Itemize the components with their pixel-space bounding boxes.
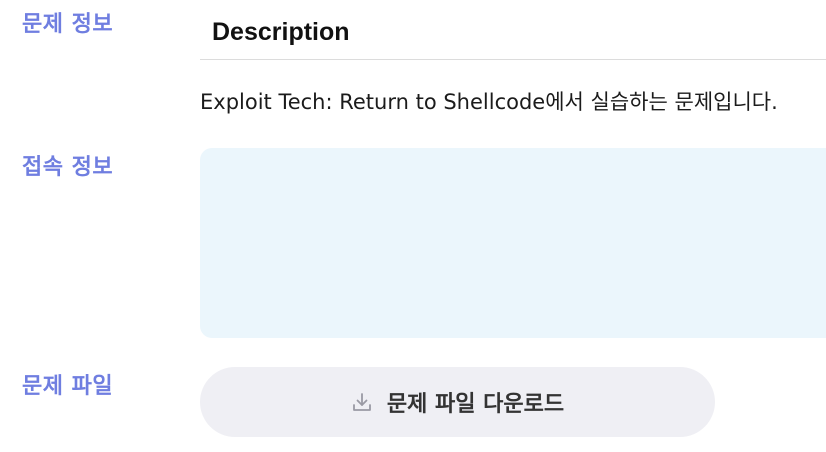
problem-file-label: 문제 파일 — [22, 374, 114, 399]
download-button-label: 문제 파일 다운로드 — [386, 392, 565, 417]
connection-info-box — [200, 148, 826, 338]
challenge-info-page: 문제 정보 Description Exploit Tech: Return t… — [0, 0, 826, 452]
download-icon — [351, 391, 373, 413]
connection-info-label: 접속 정보 — [22, 155, 114, 180]
description-header: Description — [200, 0, 826, 60]
download-problem-file-button[interactable]: 문제 파일 다운로드 — [200, 367, 715, 437]
description-text: Exploit Tech: Return to Shellcode에서 실습하는… — [200, 90, 778, 114]
description-title: Description — [212, 18, 350, 46]
problem-info-label: 문제 정보 — [22, 12, 114, 37]
